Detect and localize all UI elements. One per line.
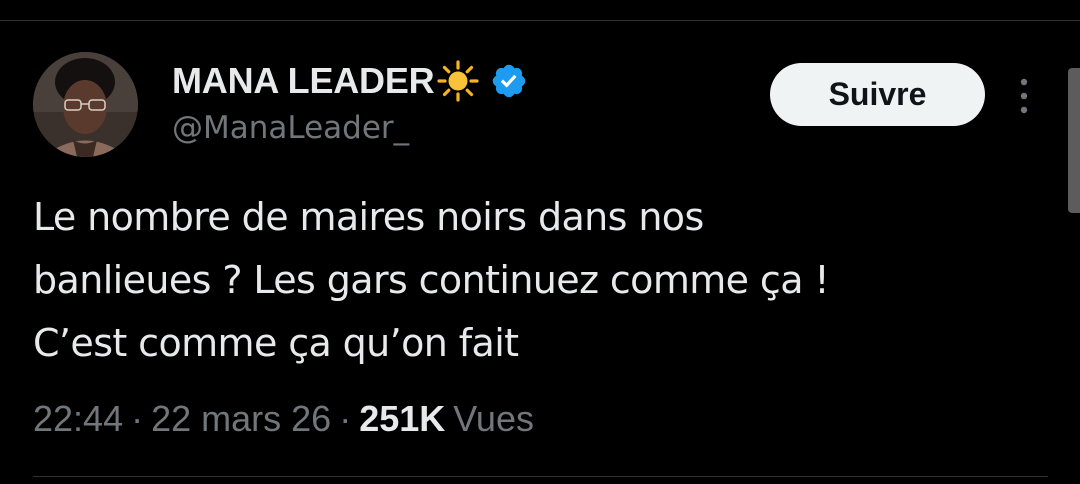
- more-vertical-icon[interactable]: [1016, 76, 1032, 116]
- tweet-text: Le nombre de maires noirs dans nos banli…: [33, 186, 1043, 375]
- verified-badge-icon[interactable]: [490, 62, 528, 100]
- bottom-divider: [33, 476, 1048, 477]
- avatar-photo: [33, 52, 138, 157]
- views-count[interactable]: 251K: [359, 398, 445, 440]
- meta-separator: ·: [131, 398, 144, 439]
- scrollbar[interactable]: [1068, 68, 1080, 213]
- views-label[interactable]: Vues: [453, 398, 534, 440]
- tweet-meta: 22:44 · 22 mars 26 · 251K Vues: [33, 394, 534, 444]
- tweet-view: MANA LEADER @ManaLeader_ Suivre Le nombr…: [0, 0, 1080, 484]
- avatar[interactable]: [33, 52, 138, 157]
- meta-separator: ·: [339, 398, 352, 439]
- author-handle[interactable]: @ManaLeader_: [172, 110, 409, 146]
- tweet-date[interactable]: 22 mars 26: [151, 398, 331, 440]
- author-name-row[interactable]: MANA LEADER: [172, 56, 528, 106]
- follow-button[interactable]: Suivre: [770, 63, 985, 126]
- top-divider: [0, 20, 1080, 21]
- tweet-text-line: banlieues ? Les gars continuez comme ça …: [33, 258, 830, 302]
- tweet-text-line: Le nombre de maires noirs dans nos: [33, 195, 704, 239]
- sun-icon: [436, 59, 480, 103]
- display-name[interactable]: MANA LEADER: [172, 60, 435, 102]
- tweet-text-line: C’est comme ça qu’on fait: [33, 321, 519, 365]
- tweet-time[interactable]: 22:44: [33, 398, 123, 440]
